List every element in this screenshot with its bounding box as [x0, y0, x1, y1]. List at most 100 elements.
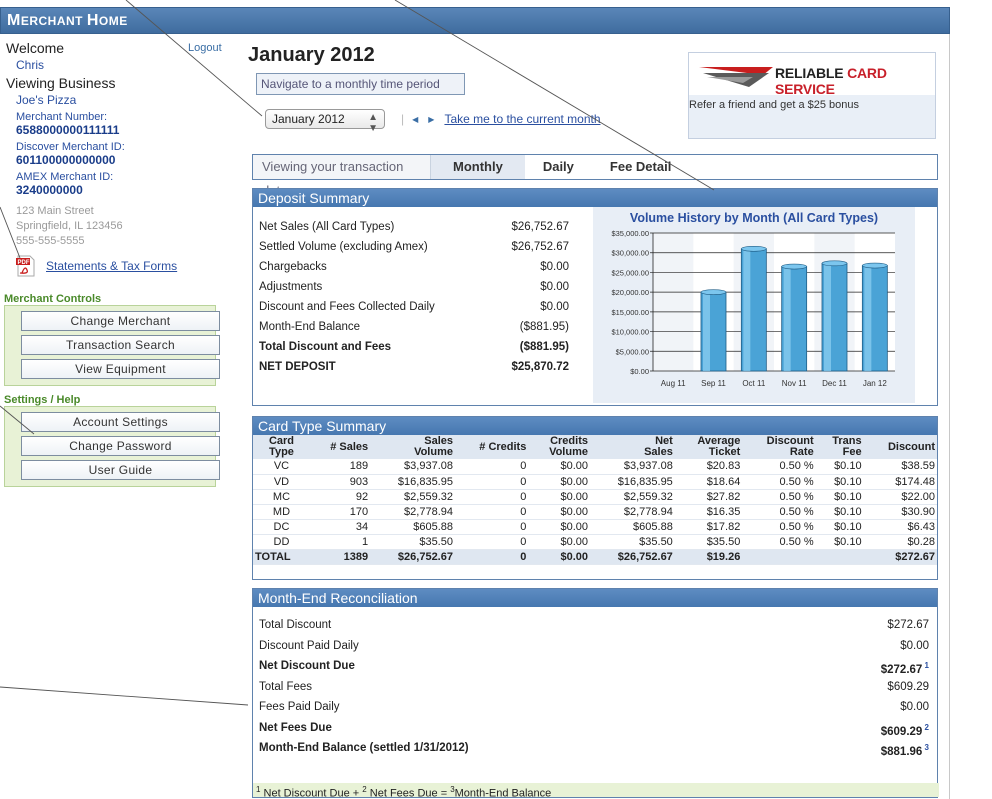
- table-cell: $0.10: [815, 459, 864, 475]
- table-cell: $2,559.32: [589, 489, 675, 505]
- deposit-row-chargebacks: Chargebacks $0.00: [259, 257, 569, 277]
- row-value: $0.00: [900, 639, 929, 652]
- table-row: VC 189 $3,937.08 0 $0.00 $3,937.08 $20.83 0.50 …: [253, 459, 937, 475]
- column-header: # Credits: [454, 435, 529, 459]
- row-value: $881.96 3: [880, 743, 929, 758]
- table-cell: VC: [253, 459, 310, 475]
- business-name: Joe's Pizza: [16, 93, 77, 107]
- table-cell: [742, 549, 816, 565]
- merchant-controls-title: Merchant Controls: [4, 293, 102, 305]
- reconciliation-row: Month-End Balance (settled 1/31/2012) $88…: [259, 738, 929, 759]
- tab-fee-detail[interactable]: Fee Detail: [592, 155, 689, 179]
- merchant-controls-box: Change Merchant Transaction Search View …: [4, 305, 220, 386]
- amex-id-label: AMEX Merchant ID:: [16, 171, 114, 183]
- table-cell: $0.10: [815, 489, 864, 505]
- x-tick-label: Dec 11: [822, 379, 847, 388]
- advertisement[interactable]: RELIABLE CARD SERVICE Refer a friend and…: [688, 52, 936, 139]
- month-select[interactable]: January 2012 ▲ ▼: [265, 109, 385, 134]
- view-equipment-button[interactable]: View Equipment: [21, 359, 220, 379]
- x-tick-label: Sep 11: [701, 379, 726, 388]
- table-cell: $0.00: [528, 549, 590, 565]
- table-row: VD 903 $16,835.95 0 $0.00 $16,835.95 $18.64 0.5…: [253, 474, 937, 490]
- row-value: $609.29: [887, 680, 929, 693]
- reconciliation-row: Discount Paid Daily $0.00: [259, 636, 929, 657]
- address-line-2: Springfield, IL 123456: [16, 220, 123, 232]
- table-cell: $0.00: [528, 519, 590, 535]
- y-tick-label: $15,000.00: [611, 308, 649, 317]
- y-tick-label: $35,000.00: [611, 229, 649, 238]
- chart-bar-top: [821, 260, 848, 267]
- viewing-business-label: Viewing Business: [6, 75, 116, 91]
- table-cell: $2,559.32: [370, 489, 455, 505]
- table-row: DD 1 $35.50 0 $0.00 $35.50 $35.50 0.50 % $0.10 $0…: [253, 534, 937, 550]
- address-line-1: 123 Main Street: [16, 205, 94, 217]
- previous-month-icon[interactable]: ◀: [412, 115, 418, 124]
- x-tick-label: Oct 11: [742, 379, 766, 388]
- chart-bar-highlight: [783, 267, 791, 371]
- row-label: Discount Paid Daily: [259, 639, 359, 652]
- row-value: $609.29 2: [880, 722, 929, 738]
- discover-id: 601100000000000: [16, 153, 116, 167]
- row-label: Total Discount: [259, 619, 332, 631]
- statements-link[interactable]: Statements & Tax Forms: [46, 259, 177, 273]
- table-cell: MC: [253, 489, 310, 505]
- column-header: Trans Fee: [815, 435, 864, 459]
- row-value: $0.00: [540, 261, 569, 273]
- change-merchant-button[interactable]: Change Merchant: [21, 311, 220, 331]
- table-cell: $35.50: [589, 534, 675, 550]
- table-cell: VD: [253, 474, 310, 490]
- table-cell: $27.82: [674, 489, 743, 505]
- table-cell: 0.50 %: [742, 504, 816, 520]
- swoosh-logo-icon: [699, 67, 773, 87]
- table-cell: $26,752.67: [370, 549, 455, 565]
- change-password-button[interactable]: Change Password: [21, 436, 220, 456]
- x-tick-label: Jan 12: [863, 379, 888, 388]
- y-tick-label: $5,000.00: [616, 347, 649, 356]
- footnote-marker: 1: [922, 661, 929, 670]
- reconciliation-row: Net Discount Due $272.67 1: [259, 656, 929, 677]
- ad-brand: RELIABLE CARD SERVICE: [775, 65, 935, 97]
- logout-link[interactable]: Logout: [188, 42, 222, 54]
- sidebar: Welcome Logout Chris Viewing Business Jo…: [4, 40, 236, 487]
- column-header: Net Sales: [589, 435, 675, 459]
- reconciliation-footnote: 1 Net Discount Due + 2 Net Fees Due = 3M…: [253, 783, 939, 799]
- reconciliation-row: Fees Paid Daily $0.00: [259, 697, 929, 718]
- column-header: Card Type: [253, 435, 310, 459]
- card-type-summary-title: Card Type Summary: [253, 417, 937, 435]
- deposit-row-adjustments: Adjustments $0.00: [259, 277, 569, 297]
- card-type-summary-panel: Card Type Summary Card Type # Sales Sales Vo…: [252, 416, 938, 580]
- chart-bar-top: [741, 245, 767, 252]
- footnote-text-2: Net Fees Due =: [366, 787, 451, 799]
- app-title-initial-2: H: [86, 12, 99, 29]
- table-cell: 0.50 %: [742, 459, 816, 475]
- next-month-icon[interactable]: ▶: [428, 115, 434, 124]
- current-month-link[interactable]: Take me to the current month: [444, 112, 600, 126]
- table-cell: 0.50 %: [742, 534, 816, 550]
- user-guide-button[interactable]: User Guide: [21, 460, 220, 480]
- tab-monthly[interactable]: Monthly: [431, 155, 525, 179]
- table-cell: 189: [309, 459, 371, 475]
- reconciliation-title: Month-End Reconciliation: [253, 589, 937, 607]
- merchant-number-label: Merchant Number:: [16, 111, 108, 123]
- statements-row[interactable]: PDF Statements & Tax Forms: [16, 255, 236, 277]
- chart-bar-highlight: [823, 264, 831, 371]
- x-tick-label: Nov 11: [782, 379, 807, 388]
- deposit-summary-panel: Deposit Summary Net Sales (All Card Type…: [252, 188, 938, 406]
- ad-brand-part-1: RELIABLE: [775, 65, 844, 81]
- tab-daily[interactable]: Daily: [525, 155, 592, 179]
- table-cell: 903: [309, 474, 371, 490]
- row-label: Total Discount and Fees: [259, 341, 392, 353]
- table-cell: 0: [454, 459, 529, 475]
- y-tick-label: $30,000.00: [611, 249, 649, 258]
- row-label: Discount and Fees Collected Daily: [259, 301, 435, 313]
- row-value: $0.00: [540, 281, 569, 293]
- transaction-search-button[interactable]: Transaction Search: [21, 335, 220, 355]
- table-cell: $0.00: [528, 534, 590, 550]
- table-cell: $0.28: [863, 534, 937, 550]
- table-cell: $16.35: [674, 504, 743, 520]
- row-value: $26,752.67: [511, 221, 569, 233]
- view-tabs-label: Viewing your transaction data: [253, 155, 431, 198]
- table-cell: $6.43: [863, 519, 937, 535]
- account-settings-button[interactable]: Account Settings: [21, 412, 220, 432]
- table-cell: $3,937.08: [370, 459, 455, 475]
